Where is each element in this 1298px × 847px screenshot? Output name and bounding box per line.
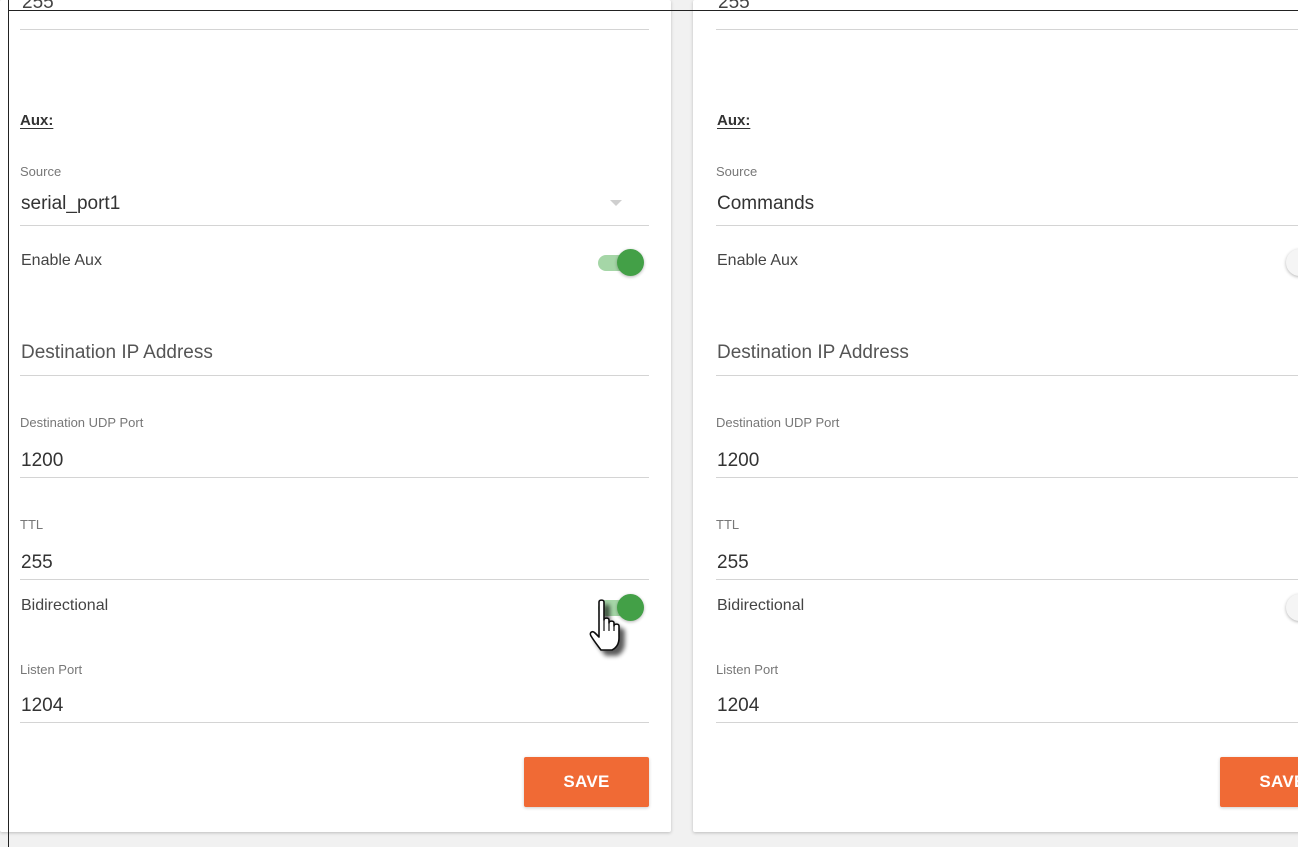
enable-aux-label: Enable Aux: [717, 252, 798, 269]
ttl-value: 255: [717, 552, 749, 573]
bidirectional-label: Bidirectional: [717, 597, 805, 614]
listen-port-input[interactable]: Listen Port 1204: [716, 658, 1298, 723]
source-underline: [20, 225, 649, 226]
partial-top-value: 255: [22, 0, 54, 13]
source-value: Commands: [717, 193, 815, 214]
destination-udp-port-input[interactable]: Destination UDP Port 1200: [20, 412, 649, 478]
destination-ip-input[interactable]: Destination IP Address: [20, 330, 649, 376]
partial-top-underline: [716, 29, 1298, 30]
listen-port-label: Listen Port: [716, 662, 779, 677]
destination-udp-port-underline: [716, 477, 1298, 478]
ttl-input[interactable]: TTL 255: [20, 514, 649, 580]
source-underline: [716, 225, 1298, 226]
source-label: Source: [716, 164, 758, 179]
destination-ip-placeholder: Destination IP Address: [717, 342, 909, 363]
bidirectional-label: Bidirectional: [21, 597, 109, 614]
window-frame-top: [8, 10, 1298, 11]
enable-aux-toggle[interactable]: [595, 248, 644, 276]
destination-udp-port-label: Destination UDP Port: [716, 415, 840, 430]
save-button[interactable]: SAVE: [1220, 757, 1298, 807]
listen-port-underline: [716, 722, 1298, 723]
aux-section-title: Aux:: [717, 112, 751, 129]
ttl-label: TTL: [20, 517, 44, 532]
source-value: serial_port1: [21, 193, 121, 214]
bidirectional-toggle[interactable]: [1286, 593, 1298, 621]
enable-aux-toggle-knob: [1286, 249, 1298, 276]
aux-settings-card-right: 255 Aux: Source Commands Enable Aux Dest…: [693, 0, 1298, 832]
listen-port-input[interactable]: Listen Port 1204: [20, 658, 649, 723]
partial-top-underline: [20, 29, 649, 30]
dropdown-arrow-icon: [610, 200, 622, 206]
enable-aux-label: Enable Aux: [21, 252, 102, 269]
enable-aux-toggle[interactable]: [1286, 248, 1298, 276]
source-select[interactable]: Source serial_port1: [20, 160, 649, 226]
destination-udp-port-underline: [20, 477, 649, 478]
destination-ip-underline: [20, 375, 649, 376]
destination-udp-port-label: Destination UDP Port: [20, 415, 144, 430]
source-select[interactable]: Source Commands: [716, 160, 1298, 226]
destination-udp-port-input[interactable]: Destination UDP Port 1200: [716, 412, 1298, 478]
destination-ip-input[interactable]: Destination IP Address: [716, 330, 1298, 376]
enable-aux-toggle-knob: [617, 249, 644, 276]
listen-port-value: 1204: [21, 695, 64, 716]
ttl-input[interactable]: TTL 255: [716, 514, 1298, 580]
window-frame-left: [8, 0, 9, 847]
save-button[interactable]: SAVE: [524, 757, 649, 807]
aux-section-title: Aux:: [20, 112, 54, 129]
hand-pointer-icon: [589, 599, 620, 651]
destination-ip-underline: [716, 375, 1298, 376]
destination-udp-port-value: 1200: [717, 450, 760, 471]
aux-settings-card-left: 255 Aux: Source serial_port1 Enable Aux …: [0, 0, 671, 832]
ttl-value: 255: [21, 552, 53, 573]
ttl-underline: [716, 579, 1298, 580]
destination-udp-port-value: 1200: [21, 450, 64, 471]
bidirectional-toggle-knob: [1286, 594, 1298, 621]
ttl-label: TTL: [716, 517, 740, 532]
listen-port-label: Listen Port: [20, 662, 83, 677]
partial-top-value: 255: [718, 0, 750, 13]
listen-port-value: 1204: [717, 695, 760, 716]
source-label: Source: [20, 164, 62, 179]
ttl-underline: [20, 579, 649, 580]
listen-port-underline: [20, 722, 649, 723]
destination-ip-placeholder: Destination IP Address: [21, 342, 213, 363]
